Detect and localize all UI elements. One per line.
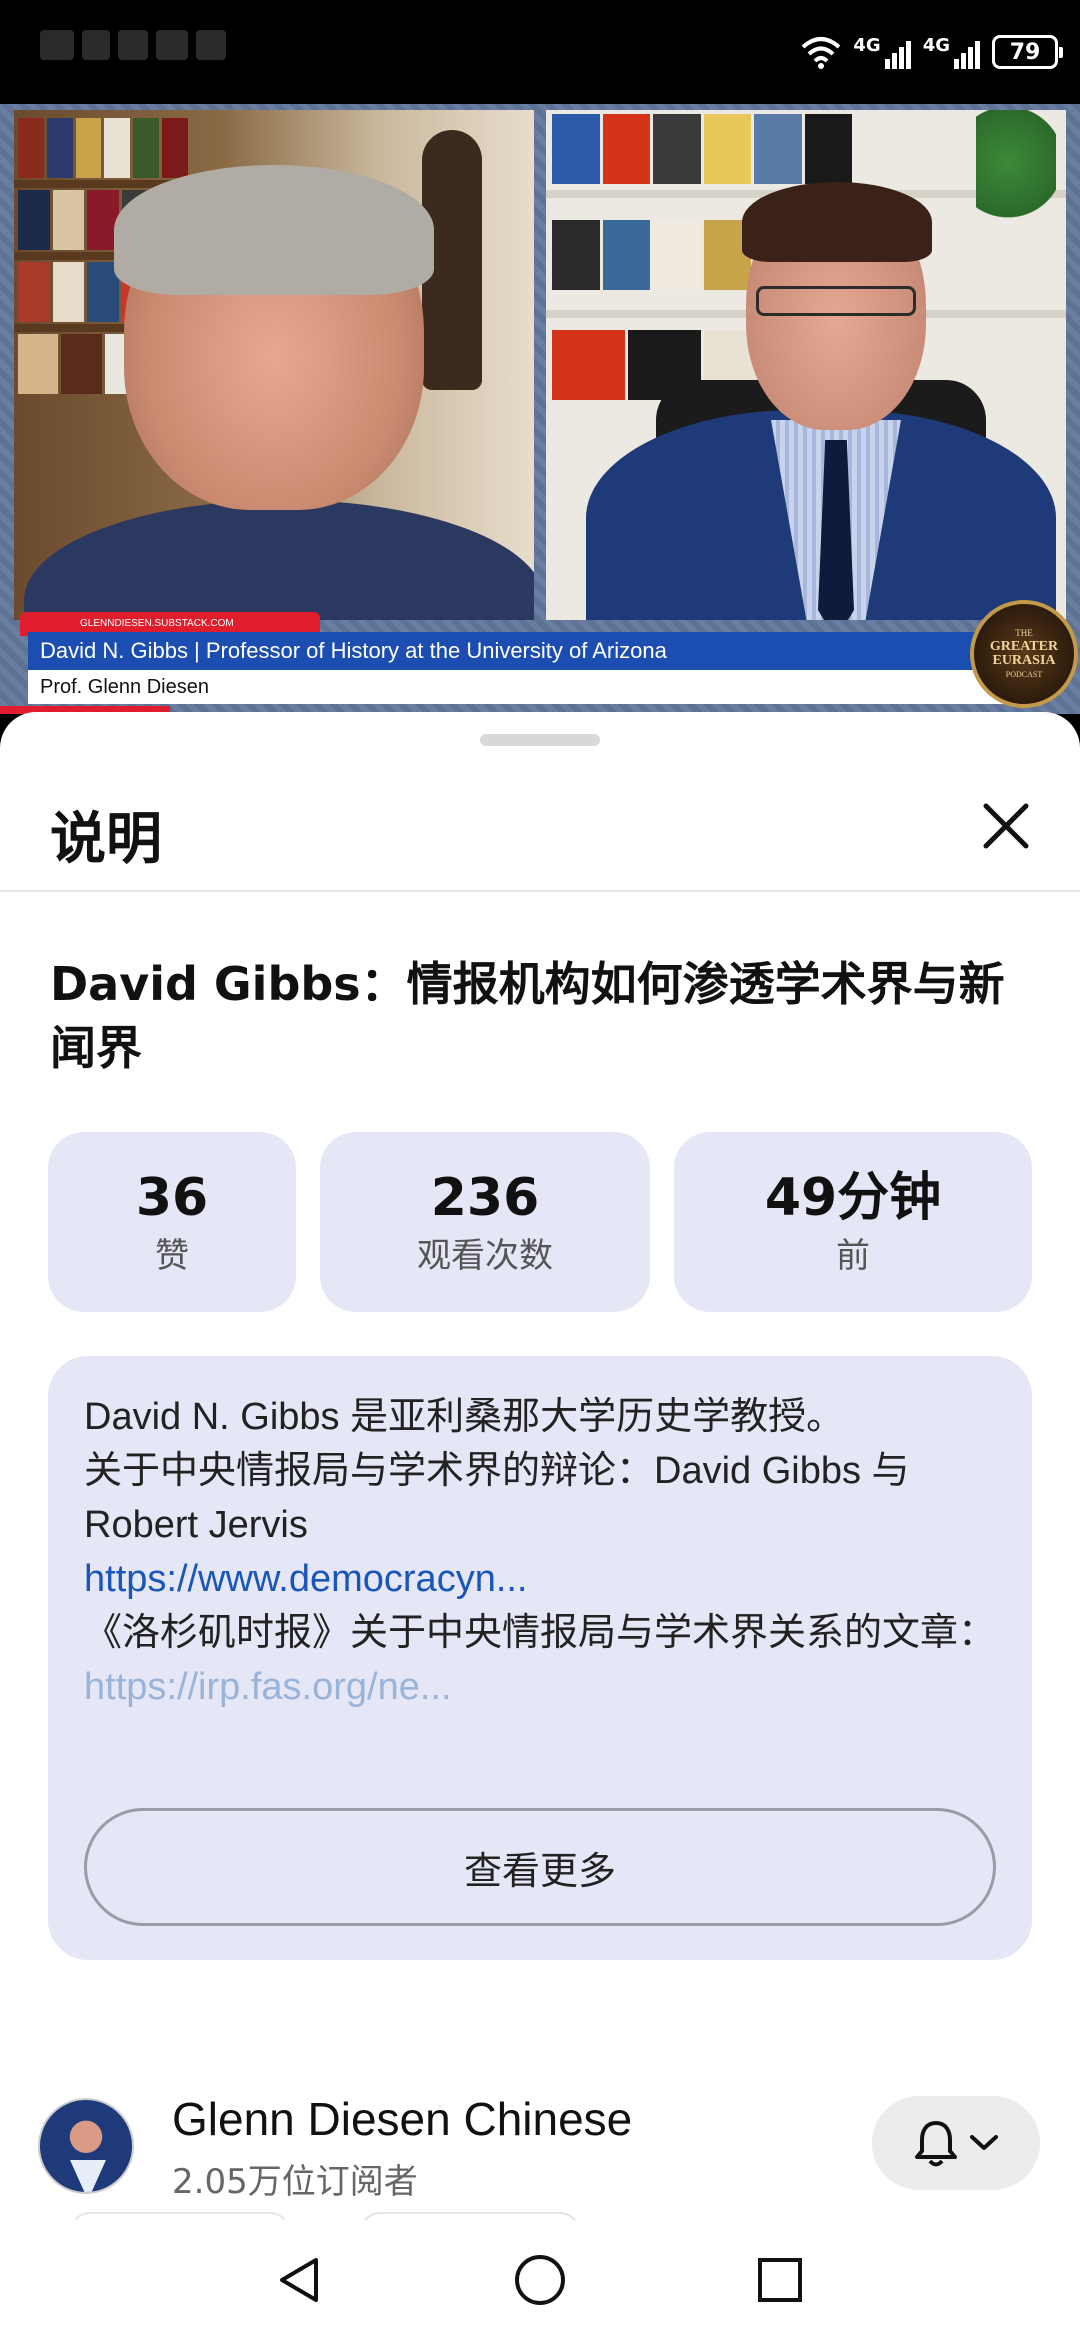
upload-time-value: 49分钟: [764, 1168, 942, 1228]
views-count: 236: [430, 1168, 540, 1228]
wifi-icon: [802, 37, 841, 69]
video-stats: 36 赞 236 观看次数 49分钟 前: [48, 1132, 1032, 1312]
video-panel-host: [546, 110, 1066, 620]
description-link-1[interactable]: https://www.democracyn...: [84, 1552, 1004, 1606]
likes-count: 36: [135, 1168, 209, 1228]
battery-indicator: 79: [992, 35, 1063, 69]
description-link-2[interactable]: https://irp.fas.org/ne...: [84, 1660, 1004, 1714]
views-label: 观看次数: [417, 1236, 553, 1276]
sheet-header: 说明: [0, 772, 1080, 892]
status-bar: 4G 4G 79: [0, 0, 1080, 104]
upload-time-label: 前: [836, 1236, 870, 1276]
close-icon: [983, 803, 1029, 849]
description-line-1: David N. Gibbs 是亚利桑那大学历史学教授。: [84, 1396, 845, 1438]
back-icon: [280, 2258, 318, 2302]
subscriber-count: 2.05万位订阅者: [172, 2162, 418, 2202]
channel-name[interactable]: Glenn Diesen Chinese: [172, 2092, 632, 2146]
description-card[interactable]: David N. Gibbs 是亚利桑那大学历史学教授。 关于中央情报局与学术界…: [48, 1356, 1032, 1960]
podcast-logo: THE GREATER EURASIA PODCAST: [970, 600, 1078, 708]
bell-icon: [915, 2121, 957, 2167]
lower-third-title: David N. Gibbs | Professor of History at…: [28, 632, 1012, 670]
upload-time-stat[interactable]: 49分钟 前: [674, 1132, 1032, 1312]
status-indicators: 4G 4G 79: [801, 30, 1063, 74]
likes-stat: 36 赞: [48, 1132, 296, 1312]
channel-avatar[interactable]: [38, 2098, 134, 2194]
back-button[interactable]: [265, 2245, 335, 2315]
notification-bell-button[interactable]: [872, 2096, 1040, 2190]
views-stat: 236 观看次数: [320, 1132, 650, 1312]
chevron-down-icon: [970, 2135, 998, 2150]
recents-icon: [758, 2258, 802, 2302]
home-button[interactable]: [505, 2245, 575, 2315]
sheet-title: 说明: [50, 807, 162, 872]
channel-row[interactable]: Glenn Diesen Chinese 2.05万位订阅者: [0, 2072, 1080, 2212]
plant: [976, 110, 1056, 240]
close-button[interactable]: [972, 792, 1040, 860]
video-title: David Gibbs：情报机构如何渗透学术界与新闻界: [50, 957, 1005, 1075]
cellular-signal-2: 4G: [923, 35, 980, 69]
likes-label: 赞: [155, 1236, 189, 1276]
recents-button[interactable]: [745, 2245, 815, 2315]
description-line-2: 关于中央情报局与学术界的辩论：David Gibbs 与 Robert Jerv…: [84, 1450, 910, 1546]
status-notifications: [40, 30, 240, 70]
sheet-drag-handle[interactable]: [480, 734, 600, 746]
system-nav-bar: [0, 2220, 1080, 2340]
video-player[interactable]: GLENNDIESEN.SUBSTACK.COM David N. Gibbs …: [0, 104, 1080, 714]
description-text: David N. Gibbs 是亚利桑那大学历史学教授。 关于中央情报局与学术界…: [84, 1390, 1004, 1714]
description-line-3: 《洛杉矶时报》关于中央情报局与学术界关系的文章：: [84, 1612, 997, 1654]
video-panel-guest: [14, 110, 534, 620]
lower-third-subtitle: Prof. Glenn Diesen: [28, 670, 1012, 704]
cellular-signal-1: 4G: [853, 35, 911, 69]
show-more-button[interactable]: 查看更多: [84, 1808, 996, 1926]
description-sheet: 说明 David Gibbs：情报机构如何渗透学术界与新闻界 36 赞 236 …: [0, 712, 1080, 2232]
home-icon: [515, 2255, 565, 2305]
